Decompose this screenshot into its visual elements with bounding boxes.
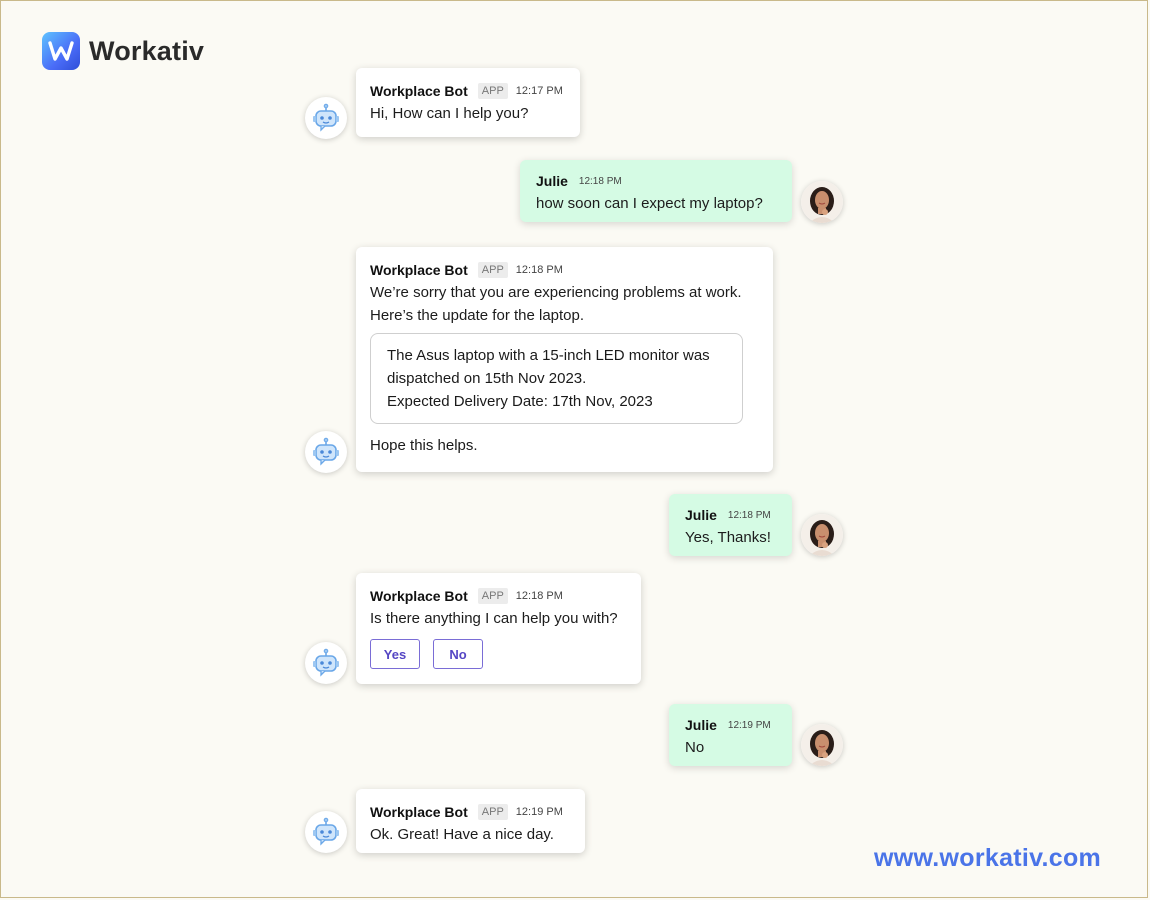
bot-avatar <box>305 431 347 473</box>
app-badge: APP <box>477 588 508 604</box>
robot-icon <box>313 103 339 132</box>
bot-message: Workplace Bot APP 12:18 PM Is there anyt… <box>356 573 641 684</box>
message-text: No <box>685 739 705 756</box>
message-time: 12:19 PM <box>515 806 563 818</box>
sender-name: Workplace Bot <box>370 588 468 604</box>
brand-name: Workativ <box>89 35 205 66</box>
user-avatar <box>801 514 843 556</box>
card-dispatch-text: The Asus laptop with a 15-inch LED monit… <box>387 347 710 387</box>
message-text: how soon can I expect my laptop? <box>536 195 763 212</box>
app-badge: APP <box>477 262 508 278</box>
sender-name: Workplace Bot <box>370 83 468 99</box>
delivery-info-card: The Asus laptop with a 15-inch LED monit… <box>370 333 743 424</box>
no-button[interactable]: No <box>433 639 483 669</box>
message-time: 12:18 PM <box>515 264 563 276</box>
sender-name: Julie <box>685 717 717 733</box>
card-delivery-date: Expected Delivery Date: 17th Nov, 2023 <box>387 393 653 410</box>
bot-avatar <box>305 642 347 684</box>
sender-name: Julie <box>685 507 717 523</box>
message-text: Ok. Great! Have a nice day. <box>370 826 554 843</box>
user-avatar <box>801 724 843 766</box>
message-time: 12:18 PM <box>727 509 771 521</box>
bot-message: Workplace Bot APP 12:19 PM Ok. Great! Ha… <box>356 789 585 853</box>
user-message: Julie 12:18 PM how soon can I expect my … <box>520 160 792 222</box>
message-followup: Hope this helps. <box>370 437 478 454</box>
message-text: Yes, Thanks! <box>685 529 771 546</box>
bot-avatar <box>305 97 347 139</box>
message-text: We’re sorry that you are experiencing pr… <box>370 284 742 324</box>
bot-message: Workplace Bot APP 12:17 PM Hi, How can I… <box>356 68 580 137</box>
app-badge: APP <box>477 804 508 820</box>
message-text: Is there anything I can help you with? <box>370 610 618 627</box>
message-time: 12:17 PM <box>515 85 563 97</box>
message-text: Hi, How can I help you? <box>370 105 529 122</box>
message-time: 12:19 PM <box>727 719 771 731</box>
bot-message: Workplace Bot APP 12:18 PM We’re sorry t… <box>356 247 773 472</box>
website-url[interactable]: www.workativ.com <box>874 844 1101 873</box>
robot-icon <box>313 437 339 466</box>
robot-icon <box>313 817 339 846</box>
app-badge: APP <box>477 83 508 99</box>
sender-name: Workplace Bot <box>370 804 468 820</box>
sender-name: Workplace Bot <box>370 262 468 278</box>
message-time: 12:18 PM <box>578 175 622 187</box>
bot-avatar <box>305 811 347 853</box>
workativ-logo-icon <box>42 32 80 70</box>
yes-button[interactable]: Yes <box>370 639 420 669</box>
user-avatar <box>801 181 843 223</box>
brand-logo: Workativ <box>42 32 204 70</box>
user-message: Julie 12:19 PM No <box>669 704 792 766</box>
sender-name: Julie <box>536 173 568 189</box>
robot-icon <box>313 648 339 677</box>
message-time: 12:18 PM <box>515 590 563 602</box>
user-message: Julie 12:18 PM Yes, Thanks! <box>669 494 792 556</box>
